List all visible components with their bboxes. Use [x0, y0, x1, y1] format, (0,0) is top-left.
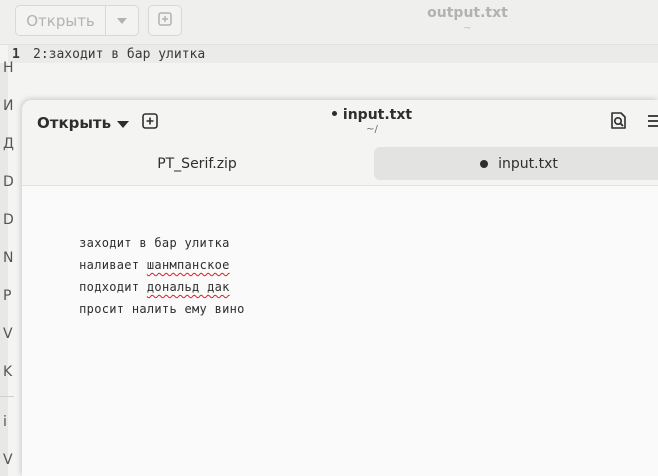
background-open-label: Открыть: [16, 6, 106, 35]
tab-pt-serif[interactable]: PT_Serif.zip: [22, 147, 372, 180]
side-item-0: Н: [3, 60, 14, 76]
open-button-label: Открыть: [37, 114, 112, 132]
modified-indicator: [331, 110, 337, 116]
background-window-title: output.txt: [427, 5, 508, 21]
foreground-window: Открыть input.txt ~/ PT_Serif.zip input.…: [22, 100, 658, 476]
search-button[interactable]: [608, 112, 628, 134]
side-item-4: D: [3, 212, 14, 228]
window-title: input.txt: [292, 107, 452, 123]
side-item-5: N: [3, 250, 14, 266]
window-title-block: input.txt ~/: [292, 107, 452, 135]
side-item-2: Д: [3, 136, 14, 152]
side-item-9: i: [3, 414, 7, 430]
tab-label: input.txt: [498, 155, 558, 172]
side-item-8: K: [3, 364, 13, 380]
background-window-subtitle: ~: [463, 23, 472, 34]
tab-label: PT_Serif.zip: [157, 155, 237, 172]
menu-button[interactable]: [646, 113, 658, 133]
window-subtitle: ~/: [366, 124, 378, 135]
line-text: просит налить ему вино: [79, 302, 245, 316]
search-icon: [610, 112, 627, 134]
tab-input-txt[interactable]: input.txt: [374, 147, 658, 180]
text-editor[interactable]: заходит в бар улитка наливает шанмпанско…: [22, 186, 658, 476]
side-item-6: P: [3, 288, 12, 304]
unsaved-dot-icon: [480, 159, 489, 168]
side-item-7: V: [3, 326, 13, 342]
editor-line[interactable]: просит налить ему вино: [34, 288, 245, 330]
background-header: Открыть output.txt ~: [0, 0, 658, 45]
side-item-1: И: [3, 98, 14, 114]
new-tab-icon: [142, 113, 158, 133]
headerbar: Открыть input.txt ~/: [22, 100, 658, 145]
hamburger-menu-icon: [646, 114, 658, 133]
background-new-tab-button[interactable]: [148, 5, 182, 36]
background-open-button[interactable]: Открыть: [15, 5, 139, 36]
new-tab-icon: [158, 11, 172, 30]
tab-bar: PT_Serif.zip input.txt: [22, 145, 658, 186]
new-tab-button[interactable]: [140, 113, 160, 133]
chevron-down-icon: [117, 114, 130, 132]
side-divider: [0, 396, 14, 397]
side-item-10: V: [3, 452, 13, 468]
chevron-down-icon[interactable]: [106, 6, 138, 35]
side-item-3: D: [3, 174, 14, 190]
background-editor-text[interactable]: 2:заходит в бар улитка: [33, 47, 205, 62]
open-button[interactable]: Открыть: [37, 112, 130, 134]
window-title-text: input.txt: [342, 107, 413, 123]
